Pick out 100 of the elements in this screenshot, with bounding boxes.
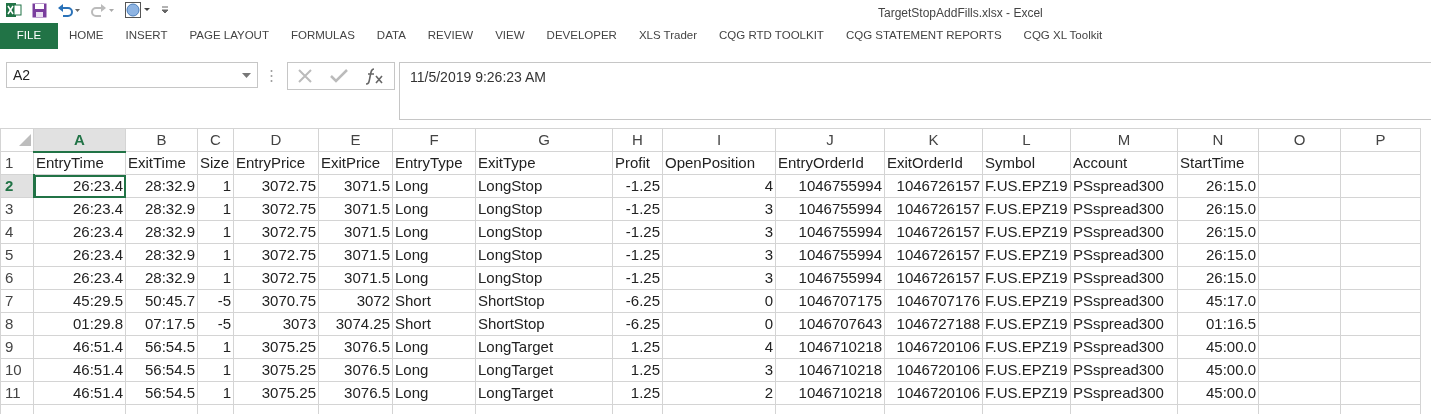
table-cell[interactable]: F.US.EPZ19 <box>982 335 1071 359</box>
row-header[interactable]: 9 <box>0 335 34 359</box>
table-cell[interactable]: 0 <box>662 312 776 336</box>
table-cell[interactable]: 1046720106 <box>884 335 983 359</box>
undo-icon[interactable] <box>57 3 81 17</box>
table-cell[interactable]: PSspread300 <box>1070 174 1178 198</box>
table-cell[interactable]: Long <box>392 266 476 290</box>
table-cell[interactable]: LongStop <box>475 266 613 290</box>
table-cell[interactable]: F.US.EPZ19 <box>982 243 1071 267</box>
table-cell[interactable]: 26:15.0 <box>1177 266 1259 290</box>
column-header[interactable]: O <box>1258 128 1341 152</box>
column-header[interactable]: L <box>982 128 1071 152</box>
table-cell[interactable]: 3076.5 <box>318 381 393 405</box>
table-cell[interactable]: 1.25 <box>612 335 663 359</box>
row-header[interactable]: 3 <box>0 197 34 221</box>
table-cell[interactable]: PSspread300 <box>1070 220 1178 244</box>
table-cell[interactable]: LongStop <box>475 243 613 267</box>
table-cell[interactable]: StartTime <box>1177 151 1259 175</box>
table-cell[interactable]: 28:32.9 <box>125 220 198 244</box>
customize-icon[interactable] <box>161 6 169 14</box>
table-cell[interactable]: 1046755994 <box>775 220 885 244</box>
table-cell[interactable]: 01:29.8 <box>33 312 126 336</box>
table-cell[interactable]: 01:16.5 <box>1177 312 1259 336</box>
table-cell[interactable]: 1.25 <box>612 358 663 382</box>
table-cell[interactable]: -1.25 <box>612 220 663 244</box>
row-header[interactable]: 8 <box>0 312 34 336</box>
table-cell[interactable]: 45:00.0 <box>1177 335 1259 359</box>
table-cell[interactable]: LongStop <box>475 197 613 221</box>
table-cell[interactable]: ExitPrice <box>318 151 393 175</box>
table-cell[interactable]: EntryTime <box>33 151 126 175</box>
table-cell[interactable]: 3076.5 <box>318 335 393 359</box>
table-cell[interactable]: 2 <box>662 381 776 405</box>
table-cell[interactable]: 4 <box>662 335 776 359</box>
excel-icon[interactable] <box>6 2 22 18</box>
table-cell[interactable]: PSspread300 <box>1070 197 1178 221</box>
table-cell[interactable]: EntryPrice <box>233 151 319 175</box>
table-cell[interactable]: 3072 <box>318 289 393 313</box>
table-cell[interactable]: 50:45.7 <box>125 289 198 313</box>
table-cell[interactable]: 28:32.9 <box>125 174 198 198</box>
table-cell[interactable]: 45:29.5 <box>33 289 126 313</box>
table-cell[interactable]: F.US.EPZ19 <box>982 312 1071 336</box>
formula-bar[interactable]: 11/5/2019 9:26:23 AM <box>399 62 1431 120</box>
table-cell[interactable]: 1 <box>197 358 234 382</box>
table-cell[interactable]: Long <box>392 174 476 198</box>
column-header[interactable]: C <box>197 128 234 152</box>
row-header[interactable]: 1 <box>0 151 34 175</box>
table-cell[interactable]: 1046755994 <box>775 243 885 267</box>
table-cell[interactable]: -5 <box>197 289 234 313</box>
table-cell[interactable]: F.US.EPZ19 <box>982 197 1071 221</box>
table-cell[interactable]: ExitOrderId <box>884 151 983 175</box>
table-cell[interactable]: 1046726157 <box>884 174 983 198</box>
table-cell[interactable]: 26:15.0 <box>1177 197 1259 221</box>
table-cell[interactable]: 26:23.4 <box>33 220 126 244</box>
table-cell[interactable]: -6.25 <box>612 289 663 313</box>
table-cell[interactable]: 3072.75 <box>233 174 319 198</box>
table-cell[interactable]: Symbol <box>982 151 1071 175</box>
table-cell[interactable]: ShortStop <box>475 312 613 336</box>
table-cell[interactable]: F.US.EPZ19 <box>982 381 1071 405</box>
table-cell[interactable]: 45:17.0 <box>1177 289 1259 313</box>
table-cell[interactable]: EntryType <box>392 151 476 175</box>
table-cell[interactable]: 46:51.4 <box>33 358 126 382</box>
ribbon-tab[interactable]: FORMULAS <box>279 23 366 49</box>
table-cell[interactable]: 3071.5 <box>318 266 393 290</box>
insert-function-icon[interactable] <box>365 67 386 85</box>
table-cell[interactable]: 3072.75 <box>233 220 319 244</box>
column-header[interactable]: B <box>125 128 198 152</box>
ribbon-tab[interactable]: CQG RTD TOOLKIT <box>708 23 835 49</box>
table-cell[interactable]: 3 <box>662 197 776 221</box>
table-cell[interactable]: F.US.EPZ19 <box>982 266 1071 290</box>
table-cell[interactable]: OpenPosition <box>662 151 776 175</box>
row-header[interactable]: 2 <box>0 174 34 198</box>
column-header[interactable]: A <box>33 128 126 152</box>
table-cell[interactable]: 1 <box>197 335 234 359</box>
table-cell[interactable]: F.US.EPZ19 <box>982 358 1071 382</box>
table-cell[interactable]: 26:15.0 <box>1177 220 1259 244</box>
table-cell[interactable]: 3071.5 <box>318 174 393 198</box>
ribbon-tab[interactable]: REVIEW <box>416 23 485 49</box>
column-header[interactable]: H <box>612 128 663 152</box>
table-cell[interactable]: 28:32.9 <box>125 266 198 290</box>
table-cell[interactable]: 28:32.9 <box>125 197 198 221</box>
table-cell[interactable]: 26:15.0 <box>1177 243 1259 267</box>
table-cell[interactable]: LongStop <box>475 220 613 244</box>
ribbon-tab[interactable]: CQG STATEMENT REPORTS <box>834 23 1013 49</box>
table-cell[interactable]: 3070.75 <box>233 289 319 313</box>
table-cell[interactable]: -1.25 <box>612 243 663 267</box>
table-cell[interactable]: 3 <box>662 243 776 267</box>
column-header[interactable]: I <box>662 128 776 152</box>
table-cell[interactable]: 26:23.4 <box>33 174 126 198</box>
table-cell[interactable]: 3 <box>662 220 776 244</box>
shape-icon[interactable] <box>125 2 151 18</box>
ribbon-tab[interactable]: CQG XL Toolkit <box>1012 23 1114 49</box>
table-cell[interactable]: 26:23.4 <box>33 243 126 267</box>
save-icon[interactable] <box>32 2 47 18</box>
table-cell[interactable]: PSspread300 <box>1070 243 1178 267</box>
column-header[interactable]: F <box>392 128 476 152</box>
ribbon-tab[interactable]: PAGE LAYOUT <box>178 23 280 49</box>
column-header[interactable]: M <box>1070 128 1178 152</box>
table-cell[interactable]: -5 <box>197 312 234 336</box>
table-cell[interactable]: Size <box>197 151 234 175</box>
table-cell[interactable]: 3075.25 <box>233 335 319 359</box>
